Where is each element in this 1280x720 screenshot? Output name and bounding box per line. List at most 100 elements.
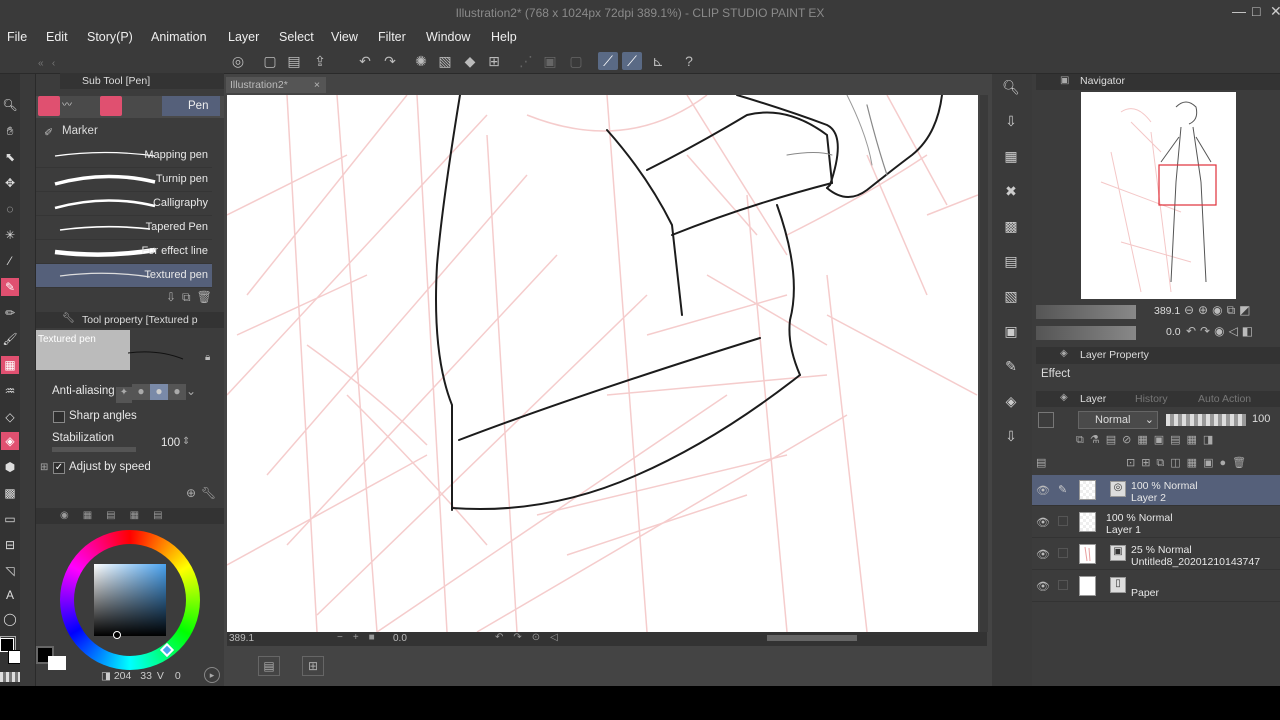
figure-tool-icon[interactable]: ▭ [1,510,19,528]
canvas-tab[interactable]: Illustration2* × [226,77,326,93]
minimize-button[interactable]: — [1232,3,1246,19]
tab-history[interactable]: History [1135,393,1168,405]
download-icon[interactable]: ⇩ [998,108,1024,134]
brush-item-mapping-pen[interactable]: Mapping pen [36,144,212,168]
horizontal-scrollbar[interactable] [767,635,857,641]
lasso-tool-icon[interactable]: ◌ [1,200,19,218]
expand-icon[interactable]: ⊞ [40,462,48,473]
stabilization-stepper-icon[interactable]: ⇕ [182,436,190,447]
layer-palette-toggle-icon[interactable]: ▤ [258,656,280,676]
tab-pen[interactable]: Pen [162,96,220,116]
material-grid-icon[interactable]: ▩ [998,213,1024,239]
zoom-controls[interactable]: −+■ [337,632,385,643]
select-all-icon[interactable]: ⋰ [516,52,536,70]
decoration-tool-icon[interactable]: ♒ [1,382,19,400]
zoom-readout[interactable]: 389.1 [229,633,254,644]
close-button[interactable]: ✕ [1270,3,1280,20]
edit-target-box[interactable] [1058,580,1068,590]
tab-layer[interactable]: Layer [1080,393,1106,405]
vertical-scrollbar[interactable] [980,95,988,632]
menu-filter[interactable]: Filter [378,30,406,44]
move-layer-tool-icon[interactable]: ✥ [1,174,19,192]
delete-material-icon[interactable]: ✖ [998,178,1024,204]
visibility-eye-icon[interactable]: 👁︎ [1036,548,1050,561]
brush-item-textured-pen[interactable]: Textured pen [36,264,212,288]
clear-icon[interactable]: ✺ [411,52,431,70]
snap-ruler-icon[interactable]: ⟋ [598,52,618,70]
text-tool-icon[interactable]: A [1,586,19,604]
help-icon[interactable]: ? [679,52,699,70]
layer-icon[interactable]: ▣ [998,318,1024,344]
visibility-eye-icon[interactable]: 👁︎ [1036,516,1050,529]
opacity-value[interactable]: 100 [1252,413,1270,425]
navigator-rotation-controls[interactable]: ↶↷◉◁◧ [1186,324,1257,338]
balloon-tool-icon[interactable]: ◯ [1,610,19,628]
opacity-slider[interactable] [1166,414,1246,426]
brush-item-turnip-pen[interactable]: Turnip pen [36,168,212,192]
pencil-tool-icon[interactable]: ✏ [1,304,19,322]
clip-studio-icon[interactable]: ◎ [228,52,248,70]
color-settings-icon[interactable]: ▸ [204,667,220,683]
transform-icon[interactable]: ⊞ [484,52,504,70]
search-icon[interactable]: 🔍︎ [998,74,1024,100]
material-icon[interactable]: ▦ [998,143,1024,169]
layer-row-layer-1[interactable]: 👁︎ 100 % Normal Layer 1 [1032,507,1280,538]
brush-item-tapered-pen[interactable]: Tapered Pen [36,216,212,240]
navigator-preview[interactable] [1081,92,1236,299]
hand-tool-icon[interactable]: ✋︎ [1,122,19,140]
lock-icon[interactable]: 🔒︎ [205,352,210,363]
navigator-rotation-value[interactable]: 0.0 [1166,326,1181,338]
grid-toggle-icon[interactable]: ⊞ [302,656,324,676]
import-icon[interactable]: ⇩ [998,423,1024,449]
rotation-controls[interactable]: ↶↷⊙◁ [495,632,568,643]
blend-mode-select[interactable]: Normal ⌄ [1078,411,1158,429]
pen-group-icon[interactable] [38,96,60,116]
layer-row-layer-2[interactable]: 👁︎ ✎ ◎ 100 % Normal Layer 2 [1032,475,1280,506]
antialiasing-selector[interactable]: ✦ ● ● ● ⌄ [116,384,206,403]
ruler-tool-icon[interactable]: ◹ [1,562,19,580]
auto-select-tool-icon[interactable]: ✳ [1,226,19,244]
snap-grid-icon[interactable]: ⊾ [648,52,668,70]
edit-icon[interactable]: ✎ [998,353,1024,379]
menu-window[interactable]: Window [426,30,470,44]
open-file-icon[interactable]: ▤ [284,52,304,70]
fill-tool-icon[interactable]: ⬢ [1,458,19,476]
undo-icon[interactable]: ↶ [355,52,375,70]
menu-edit[interactable]: Edit [46,30,68,44]
clear-outside-icon[interactable]: ▧ [435,52,455,70]
pen-tool-icon[interactable]: ✎ [1,278,19,296]
pen-squiggle-icon[interactable]: 〰 [62,96,98,116]
navigator-rotation-slider[interactable] [1036,326,1136,340]
menu-view[interactable]: View [331,30,358,44]
stabilization-slider[interactable] [52,447,136,452]
rotation-readout[interactable]: 0.0 [393,633,407,644]
navigator-zoom-slider[interactable] [1036,305,1136,319]
brush-item-calligraphy[interactable]: Calligraphy [36,192,212,216]
layer-action-icons[interactable]: ⊡⊞⧉◫▦▣●🗑︎ [1126,456,1252,470]
frame-border-tool-icon[interactable]: ⊟ [1,536,19,554]
color-picker-cursor[interactable] [113,631,121,639]
layer-row-paper[interactable]: 👁︎ ▯ Paper [1032,571,1280,602]
invert-selection-icon[interactable]: ▢ [566,52,586,70]
fill-icon[interactable]: ◆ [460,52,480,70]
panel-collapse-arrows[interactable]: « ‹ [38,58,208,69]
operation-tool-icon[interactable]: ⬉ [1,148,19,166]
zoom-tool-icon[interactable]: 🔍︎ [1,96,19,114]
edit-target-box[interactable] [1058,516,1068,526]
adjust-speed-checkbox[interactable]: ✓ [53,462,65,474]
menu-file[interactable]: File [7,30,27,44]
redo-icon[interactable]: ↷ [380,52,400,70]
menu-animation[interactable]: Animation [151,30,207,44]
eyedropper-tool-icon[interactable]: ⁄ [1,252,19,270]
menu-help[interactable]: Help [491,30,517,44]
menu-layer[interactable]: Layer [228,30,259,44]
layer-row-untitled8[interactable]: 👁︎ ▣ 25 % Normal Untitled8_2020121014374… [1032,539,1280,570]
navigator-zoom-value[interactable]: 389.1 [1154,305,1180,317]
navigator-zoom-controls[interactable]: ⊖⊕◉⧉◩ [1184,303,1255,318]
blend-tool-icon[interactable]: ◈ [1,432,19,450]
property-footer-icons[interactable]: ⊕🔧︎ [186,486,221,500]
visibility-eye-icon[interactable]: 👁︎ [1036,484,1050,497]
sharp-angles-checkbox[interactable] [53,411,65,423]
color-panel-tab-icons[interactable]: ◉▦▤▦▤ [60,510,177,521]
saturation-value-square[interactable] [94,564,166,636]
